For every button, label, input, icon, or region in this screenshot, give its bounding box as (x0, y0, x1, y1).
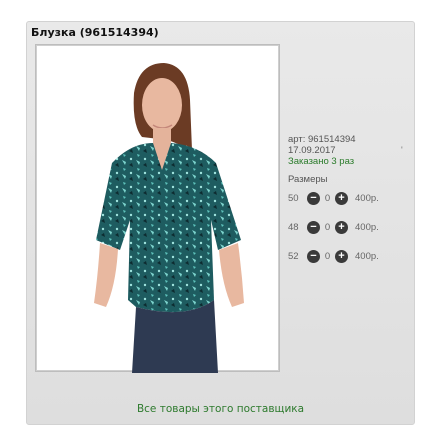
decrease-quantity-button[interactable]: − (307, 192, 320, 205)
size-row-52: 52 − 0 + 400р. (288, 249, 412, 264)
increase-quantity-button[interactable]: + (335, 250, 348, 263)
size-price: 400р. (355, 193, 379, 204)
product-image (94, 63, 244, 373)
size-row-48: 48 − 0 + 400р. (288, 220, 412, 235)
decrease-quantity-button[interactable]: − (307, 221, 320, 234)
quantity-value: 0 (324, 222, 331, 233)
size-value: 48 (288, 222, 299, 233)
product-info: арт: 961514394 17.09.2017 ' Заказано 3 р… (288, 134, 412, 278)
order-count: Заказано 3 раз (288, 156, 355, 167)
size-row-50: 50 − 0 + 400р. (288, 191, 412, 206)
increase-quantity-button[interactable]: + (335, 221, 348, 234)
product-date: 17.09.2017 ' (288, 145, 412, 156)
date-mark: ' (401, 145, 403, 155)
article-number: арт: 961514394 (288, 134, 356, 145)
product-title: Блузка (961514394) (31, 26, 159, 39)
sizes-label: Размеры (288, 174, 328, 185)
size-value: 52 (288, 251, 299, 262)
size-price: 400р. (355, 251, 379, 262)
size-price: 400р. (355, 222, 379, 233)
supplier-products-link[interactable]: Все товары этого поставщика (27, 403, 414, 415)
product-card: Блузка (961514394) арт: 961514394 17.09.… (26, 21, 415, 425)
decrease-quantity-button[interactable]: − (307, 250, 320, 263)
date-value: 17.09.2017 (288, 145, 336, 156)
product-photo[interactable] (35, 44, 280, 373)
quantity-value: 0 (324, 193, 331, 204)
size-value: 50 (288, 193, 299, 204)
increase-quantity-button[interactable]: + (335, 192, 348, 205)
quantity-value: 0 (324, 251, 331, 262)
